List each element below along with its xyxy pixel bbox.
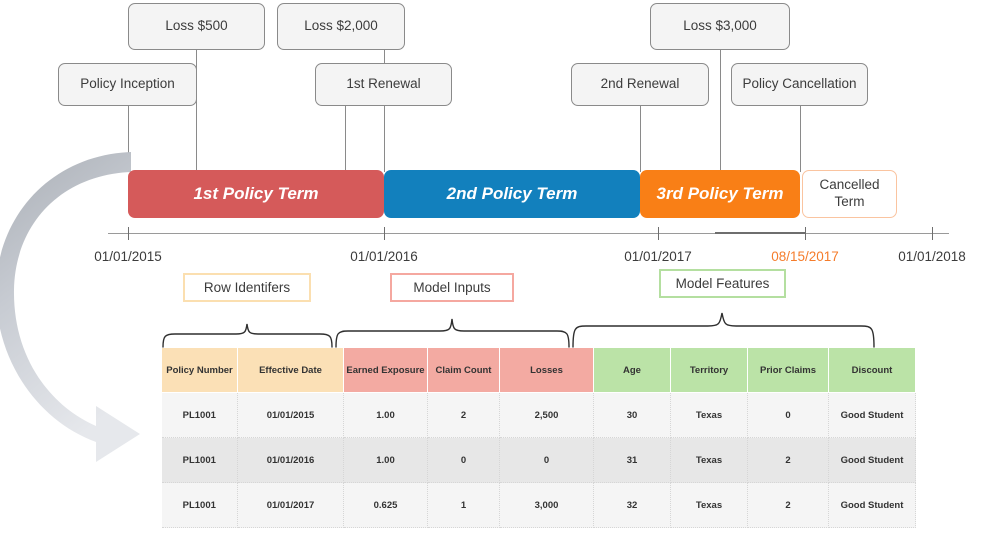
callout-policy-inception[interactable]: Policy Inception — [58, 63, 197, 106]
axis-label-1: 01/01/2016 — [350, 249, 418, 264]
column-header-earned_exposure[interactable]: Earned Exposure — [343, 347, 428, 393]
column-header-losses[interactable]: Losses — [499, 347, 594, 393]
cell-prior_claims: 0 — [747, 392, 829, 438]
group-label-model-inputs: Model Inputs — [390, 273, 514, 302]
cell-territory: Texas — [670, 392, 748, 438]
axis-label-2: 01/01/2017 — [624, 249, 692, 264]
connector-second-renewal — [640, 106, 641, 172]
callout-loss-2000[interactable]: Loss $2,000 — [277, 3, 405, 50]
axis-label-4: 01/01/2018 — [898, 249, 966, 264]
cell-claim_count: 1 — [427, 482, 500, 528]
cell-discount: Good Student — [828, 482, 916, 528]
term-bar-first-policy-term[interactable]: 1st Policy Term — [128, 170, 384, 218]
table-row[interactable]: PL1001 01/01/2017 0.625 1 3,000 32 Texas 2 Good … — [161, 482, 916, 528]
brace-row-identifiers — [162, 323, 333, 348]
brace-model-inputs — [335, 318, 570, 348]
cell-territory: Texas — [670, 437, 748, 483]
callout-second-renewal[interactable]: 2nd Renewal — [571, 63, 709, 106]
timeline-axis-line — [108, 233, 949, 234]
axis-tick-3 — [805, 227, 806, 240]
cell-effective_date: 01/01/2017 — [237, 482, 344, 528]
connector-policy-cancellation — [800, 106, 801, 172]
cell-prior_claims: 2 — [747, 482, 829, 528]
connector-first-renewal — [345, 106, 346, 172]
policy-data-table: Policy Number Effective Date Earned Exposu… — [161, 347, 916, 528]
cell-earned_exposure: 1.00 — [343, 437, 428, 483]
cell-age: 32 — [593, 482, 671, 528]
callout-loss-500[interactable]: Loss $500 — [128, 3, 265, 50]
axis-tick-1 — [384, 227, 385, 240]
axis-tick-0 — [128, 227, 129, 240]
term-bar-third-policy-term[interactable]: 3rd Policy Term — [640, 170, 800, 218]
axis-label-0: 01/01/2015 — [94, 249, 162, 264]
cell-age: 30 — [593, 392, 671, 438]
cell-effective_date: 01/01/2015 — [237, 392, 344, 438]
cell-earned_exposure: 0.625 — [343, 482, 428, 528]
timeline-axis-cancel-segment — [715, 232, 805, 234]
connector-policy-inception — [128, 106, 129, 172]
cell-policy_number: PL1001 — [161, 482, 238, 528]
axis-tick-2 — [658, 227, 659, 240]
brace-model-features — [572, 312, 875, 348]
cell-discount: Good Student — [828, 437, 916, 483]
cell-territory: Texas — [670, 482, 748, 528]
column-header-prior_claims[interactable]: Prior Claims — [747, 347, 829, 393]
cell-policy_number: PL1001 — [161, 437, 238, 483]
axis-label-3: 08/15/2017 — [771, 249, 839, 264]
column-header-territory[interactable]: Territory — [670, 347, 748, 393]
table-header-row: Policy Number Effective Date Earned Exposu… — [161, 347, 916, 393]
cell-claim_count: 0 — [427, 437, 500, 483]
cell-claim_count: 2 — [427, 392, 500, 438]
cell-effective_date: 01/01/2016 — [237, 437, 344, 483]
cell-losses: 2,500 — [499, 392, 594, 438]
cell-prior_claims: 2 — [747, 437, 829, 483]
cell-policy_number: PL1001 — [161, 392, 238, 438]
connector-loss-3000 — [720, 50, 721, 172]
timeline-and-table-diagram: Loss $500 Loss $2,000 Loss $3,000 Policy In… — [0, 0, 999, 534]
column-header-claim_count[interactable]: Claim Count — [427, 347, 500, 393]
cell-age: 31 — [593, 437, 671, 483]
cell-losses: 3,000 — [499, 482, 594, 528]
group-label-row-identifiers: Row Identifers — [183, 273, 311, 302]
table-row[interactable]: PL1001 01/01/2016 1.00 0 0 31 Texas 2 Good Stude… — [161, 437, 916, 483]
column-header-policy_number[interactable]: Policy Number — [161, 347, 238, 393]
cell-earned_exposure: 1.00 — [343, 392, 428, 438]
callout-policy-cancellation[interactable]: Policy Cancellation — [731, 63, 868, 106]
callout-first-renewal[interactable]: 1st Renewal — [315, 63, 452, 106]
term-bar-cancelled-term[interactable]: Cancelled Term — [802, 170, 897, 218]
callout-loss-3000[interactable]: Loss $3,000 — [650, 3, 790, 50]
column-header-discount[interactable]: Discount — [828, 347, 916, 393]
group-label-model-features: Model Features — [659, 269, 786, 298]
column-header-age[interactable]: Age — [593, 347, 671, 393]
term-bar-second-policy-term[interactable]: 2nd Policy Term — [384, 170, 640, 218]
table-row[interactable]: PL1001 01/01/2015 1.00 2 2,500 30 Texas 0 Good S… — [161, 392, 916, 438]
column-header-effective_date[interactable]: Effective Date — [237, 347, 344, 393]
cell-losses: 0 — [499, 437, 594, 483]
cell-discount: Good Student — [828, 392, 916, 438]
axis-tick-4 — [932, 227, 933, 240]
